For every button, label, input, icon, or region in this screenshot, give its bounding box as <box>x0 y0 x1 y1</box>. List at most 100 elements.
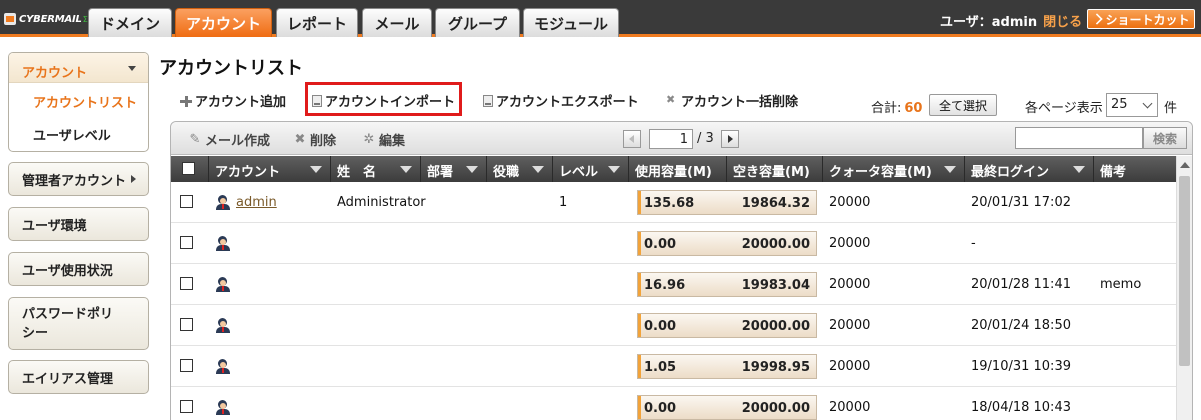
previous-page-button[interactable] <box>623 130 641 148</box>
table-row[interactable]: admin Administrator 1 135.68 19864.32 20000 20… <box>171 182 1176 223</box>
import-account-button[interactable]: アカウントインポート <box>312 91 455 110</box>
quota-cell: 20000 <box>829 318 871 333</box>
edit-button[interactable]: ✲ 編集 <box>362 130 405 149</box>
last-login-cell: - <box>971 236 976 251</box>
sidebar-item-password-policy[interactable]: パスワードポリシー <box>8 297 149 350</box>
usage-bar: 135.68 19864.32 <box>637 190 817 215</box>
sidebar-account-header[interactable]: アカウント <box>9 53 148 83</box>
tab-domain[interactable]: ドメイン <box>88 8 172 37</box>
column-account[interactable]: アカウント <box>209 156 331 182</box>
table-row[interactable]: 16.96 19983.04 20000 20/01/28 11:41 memo <box>171 264 1176 305</box>
vertical-scrollbar[interactable] <box>1176 156 1192 420</box>
column-last-login[interactable]: 最終ログイン <box>965 156 1094 182</box>
export-account-button[interactable]: アカウントエクスポート <box>483 91 639 110</box>
tab-account[interactable]: アカウント <box>175 8 272 37</box>
tab-mail[interactable]: メール <box>362 8 432 37</box>
column-label: 空き容量(M) <box>733 165 810 180</box>
column-name[interactable]: 姓 名 <box>331 156 421 182</box>
row-checkbox[interactable] <box>180 277 193 290</box>
column-used[interactable]: 使用容量(M) <box>629 156 727 182</box>
table-row[interactable]: 1.05 19998.95 20000 19/10/31 10:39 <box>171 346 1176 387</box>
table-row[interactable]: 0.00 20000.00 20000 20/01/24 18:50 <box>171 305 1176 346</box>
row-checkbox[interactable] <box>180 236 193 249</box>
search-button[interactable]: 検索 <box>1143 127 1187 149</box>
sidebar-item-account-list[interactable]: アカウントリスト <box>33 92 137 111</box>
column-department[interactable]: 部署 <box>421 156 487 182</box>
scroll-thumb[interactable] <box>1179 176 1190 366</box>
chevron-down-icon <box>1142 98 1153 109</box>
select-all-checkbox[interactable] <box>182 162 195 175</box>
quota-cell: 20000 <box>829 359 871 374</box>
name-cell: Administrator <box>337 195 426 210</box>
usage-bar-fill <box>638 314 641 337</box>
tab-group[interactable]: グループ <box>435 8 520 37</box>
used-value: 135.68 <box>644 196 695 211</box>
next-page-button[interactable] <box>721 130 739 148</box>
used-value: 0.00 <box>644 401 677 416</box>
memo-cell: memo <box>1100 277 1142 292</box>
scroll-up-icon[interactable] <box>1180 162 1190 168</box>
sidebar-item-user-level[interactable]: ユーザレベル <box>33 125 111 144</box>
sidebar-item-label: ユーザ使用状況 <box>22 263 113 279</box>
usage-bar: 0.00 20000.00 <box>637 231 817 256</box>
add-account-button[interactable]: アカウント追加 <box>180 91 286 110</box>
column-label: クォータ容量(M) <box>829 165 932 180</box>
tab-module[interactable]: モジュール <box>523 8 619 37</box>
account-link[interactable]: admin <box>236 195 277 210</box>
bulk-delete-button[interactable]: アカウント一括削除 <box>666 91 799 111</box>
user-label: ユーザ：admin <box>940 15 1038 30</box>
export-icon <box>483 94 493 107</box>
per-page-select[interactable]: 25 <box>1106 93 1158 117</box>
delete-button[interactable]: ✖ 削除 <box>293 130 336 149</box>
free-value: 20000.00 <box>741 401 810 416</box>
free-value: 20000.00 <box>741 237 810 252</box>
total-count-value: 60 <box>904 101 923 116</box>
account-list-panel: ✎ メール作成 ✖ 削除 ✲ 編集 1 / 3 検索 アカウント 姓 名 部署 <box>170 121 1193 420</box>
row-checkbox[interactable] <box>180 400 193 413</box>
shortcut-button[interactable]: ショートカット <box>1087 9 1195 29</box>
column-free[interactable]: 空き容量(M) <box>727 156 823 182</box>
compose-mail-button[interactable]: ✎ メール作成 <box>188 130 270 149</box>
add-account-label: アカウント追加 <box>195 95 287 110</box>
table-row[interactable]: 0.00 20000.00 20000 18/04/18 10:43 <box>171 387 1176 420</box>
column-position[interactable]: 役職 <box>487 156 553 182</box>
page-number-input[interactable]: 1 <box>649 129 693 149</box>
column-level[interactable]: レベル <box>553 156 629 182</box>
per-page-value: 25 <box>1111 97 1128 112</box>
per-page-unit: 件 <box>1164 101 1178 116</box>
free-value: 19998.95 <box>741 360 810 375</box>
page-total: / 3 <box>697 131 714 146</box>
row-checkbox[interactable] <box>180 318 193 331</box>
table-row[interactable]: 0.00 20000.00 20000 - <box>171 223 1176 264</box>
bulk-delete-label: アカウント一括削除 <box>681 95 799 110</box>
pencil-icon: ✎ <box>189 132 201 147</box>
sort-down-icon <box>1073 166 1085 173</box>
sort-down-icon <box>466 166 478 173</box>
row-checkbox[interactable] <box>180 195 193 208</box>
cybermail-logo: CYBERMAIL Σ <box>4 10 88 28</box>
quota-cell: 20000 <box>829 400 871 415</box>
used-value: 1.05 <box>644 360 677 375</box>
column-memo[interactable]: 備考 <box>1094 156 1176 182</box>
usage-bar: 0.00 20000.00 <box>637 395 817 420</box>
page-title: アカウントリスト <box>159 58 303 79</box>
search-input[interactable] <box>1015 127 1143 149</box>
sidebar-item-admin-account[interactable]: 管理者アカウント <box>8 162 149 196</box>
column-quota[interactable]: クォータ容量(M) <box>823 156 965 182</box>
logo-text: CYBERMAIL <box>19 13 82 25</box>
user-icon <box>216 277 230 292</box>
sidebar-item-alias[interactable]: エイリアス管理 <box>8 360 149 394</box>
sidebar-item-label: ユーザ環境 <box>22 218 87 234</box>
user-icon <box>216 318 230 333</box>
select-all-button[interactable]: 全て選択 <box>929 94 997 116</box>
sort-down-icon <box>944 166 956 173</box>
user-icon <box>216 400 230 415</box>
sidebar-item-user-environment[interactable]: ユーザ環境 <box>8 207 149 241</box>
tab-report[interactable]: レポート <box>276 8 358 37</box>
bulk-delete-icon <box>666 93 678 107</box>
used-value: 0.00 <box>644 237 677 252</box>
sidebar-item-user-usage[interactable]: ユーザ使用状況 <box>8 252 149 286</box>
logout-link[interactable]: 閉じる <box>1043 15 1082 30</box>
usage-bar-fill <box>638 396 641 419</box>
row-checkbox[interactable] <box>180 359 193 372</box>
